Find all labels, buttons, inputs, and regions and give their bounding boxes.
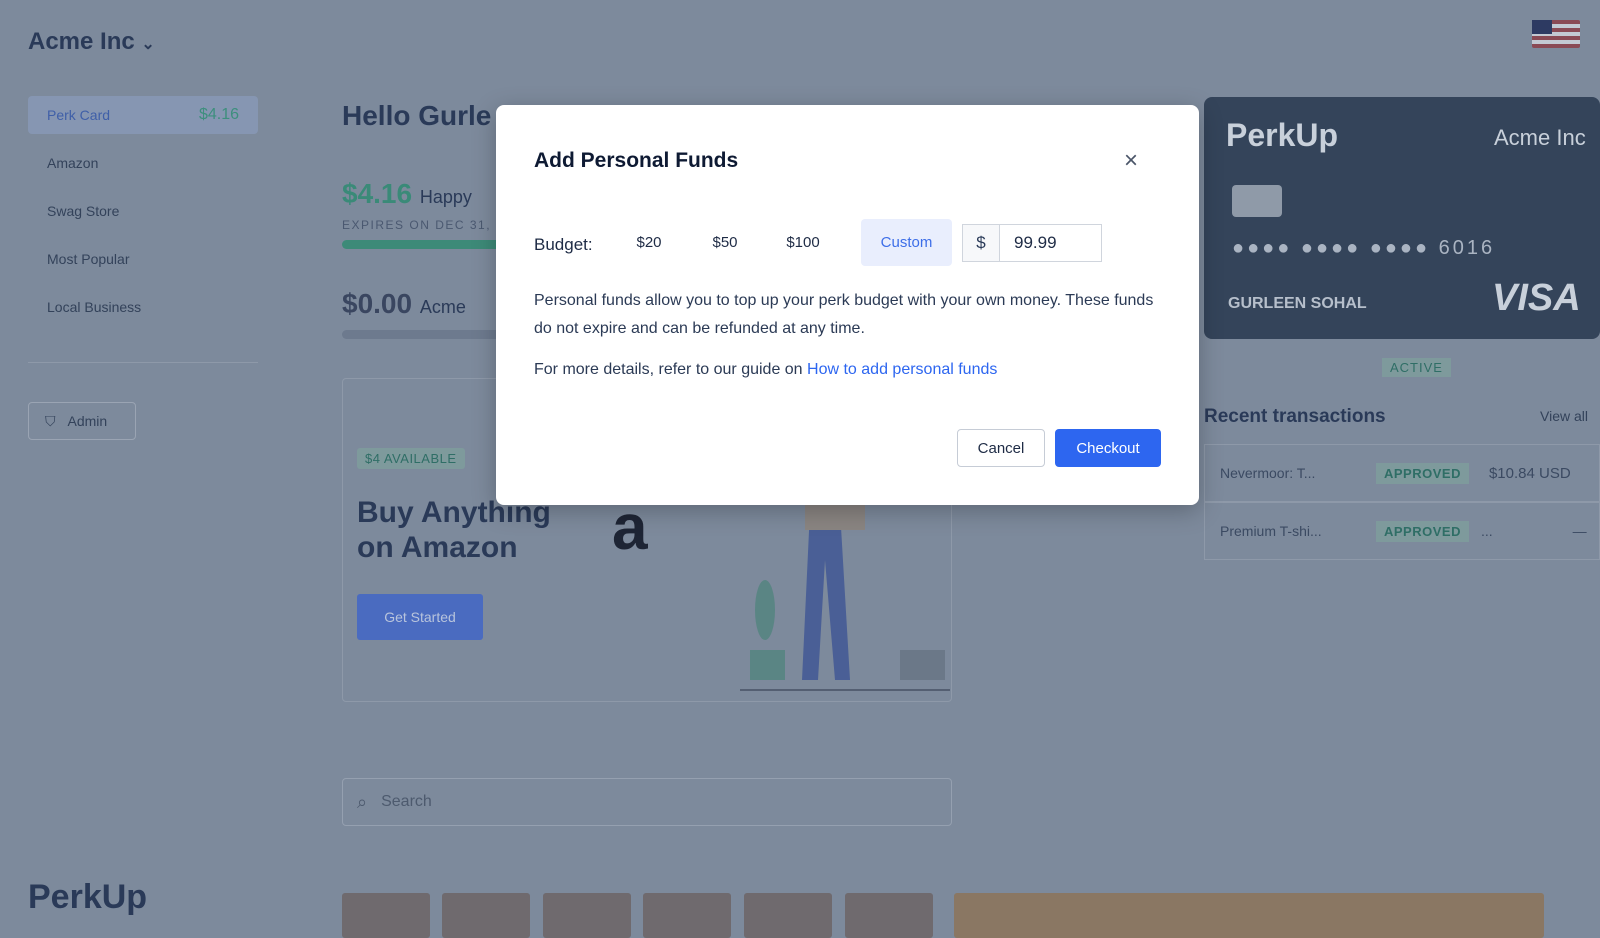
card-company: Acme Inc [1494,125,1586,150]
sidebar-item-local-business[interactable]: Local Business [28,288,258,326]
card-number: ●●●● ●●●● ●●●● 6016 [1232,237,1496,259]
amazon-banner-image[interactable] [954,893,1544,938]
perk-card: PerkUp Acme Inc ●●●● ●●●● ●●●● 6016 GURL… [1204,97,1600,339]
perkup-logo: PerkUp [28,878,148,916]
budget-label: Budget: [534,235,593,254]
modal-description: Personal funds allow you to top up your … [534,292,1154,337]
balance: $4.16 Happy [342,178,472,209]
product-thumbnail[interactable] [543,893,631,938]
search-icon: ⌕ [357,791,368,812]
chevron-down-icon: ⌄ [141,36,155,53]
us-flag-icon[interactable] [1532,20,1580,48]
product-thumbnail[interactable] [845,893,933,938]
available-badge: $4 AVAILABLE [357,448,465,469]
personal-funds-guide-link[interactable]: How to add personal funds [807,361,997,378]
card-brand: PerkUp [1226,117,1339,153]
checkout-button[interactable]: Checkout [1055,429,1161,467]
expiry-text: EXPIRES ON DEC 31, 20 [342,218,513,232]
cancel-button[interactable]: Cancel [957,429,1045,467]
product-thumbnail[interactable] [442,893,530,938]
card-holder: GURLEEN SOHAL [1228,295,1367,312]
close-icon[interactable]: × [1124,147,1138,175]
company-switcher[interactable]: Acme Inc ⌄ [28,28,155,56]
sidebar-item-amazon[interactable]: Amazon [28,144,258,182]
person-illustration [740,500,950,692]
transaction-row[interactable]: Premium T-shi... APPROVED... — [1204,502,1600,560]
budget-option-50[interactable]: $50 [694,219,756,266]
add-funds-modal: Add Personal Funds × Budget: $20 $50 $10… [496,105,1199,505]
view-all-link[interactable]: View all [1540,408,1588,424]
transactions-title: Recent transactions [1204,406,1386,427]
modal-title: Add Personal Funds [534,149,739,172]
sidebar-item-perk-card[interactable]: Perk Card $4.16 [28,96,258,134]
currency-prefix: $ [962,224,1000,262]
sidebar-divider [28,362,258,363]
get-started-button[interactable]: Get Started [357,594,483,640]
details-text: For more details, refer to our guide on … [534,361,998,378]
transaction-row[interactable]: Nevermoor: T... APPROVED $10.84 USD [1204,444,1600,502]
amount-input[interactable] [999,224,1102,262]
sidebar-item-swag-store[interactable]: Swag Store [28,192,258,230]
product-thumbnail[interactable] [744,893,832,938]
search-input[interactable]: ⌕ Search [342,778,952,826]
budget-option-20[interactable]: $20 [618,219,680,266]
budget-option-100[interactable]: $100 [770,219,836,266]
admin-button[interactable]: ⛉ Admin [28,402,136,440]
card-status-badge: ACTIVE [1382,358,1451,377]
greeting: Hello Gurle [342,100,492,131]
shield-icon: ⛉ [45,412,56,429]
promo-title: Buy Anything on Amazon [357,496,551,564]
product-thumbnail[interactable] [643,893,731,938]
product-thumbnail[interactable] [342,893,430,938]
balance-2: $0.00 Acme [342,288,466,319]
chip-icon [1232,185,1282,217]
sidebar-item-most-popular[interactable]: Most Popular [28,240,258,278]
budget-option-custom[interactable]: Custom [861,219,952,266]
card-network: VISA [1492,277,1581,319]
